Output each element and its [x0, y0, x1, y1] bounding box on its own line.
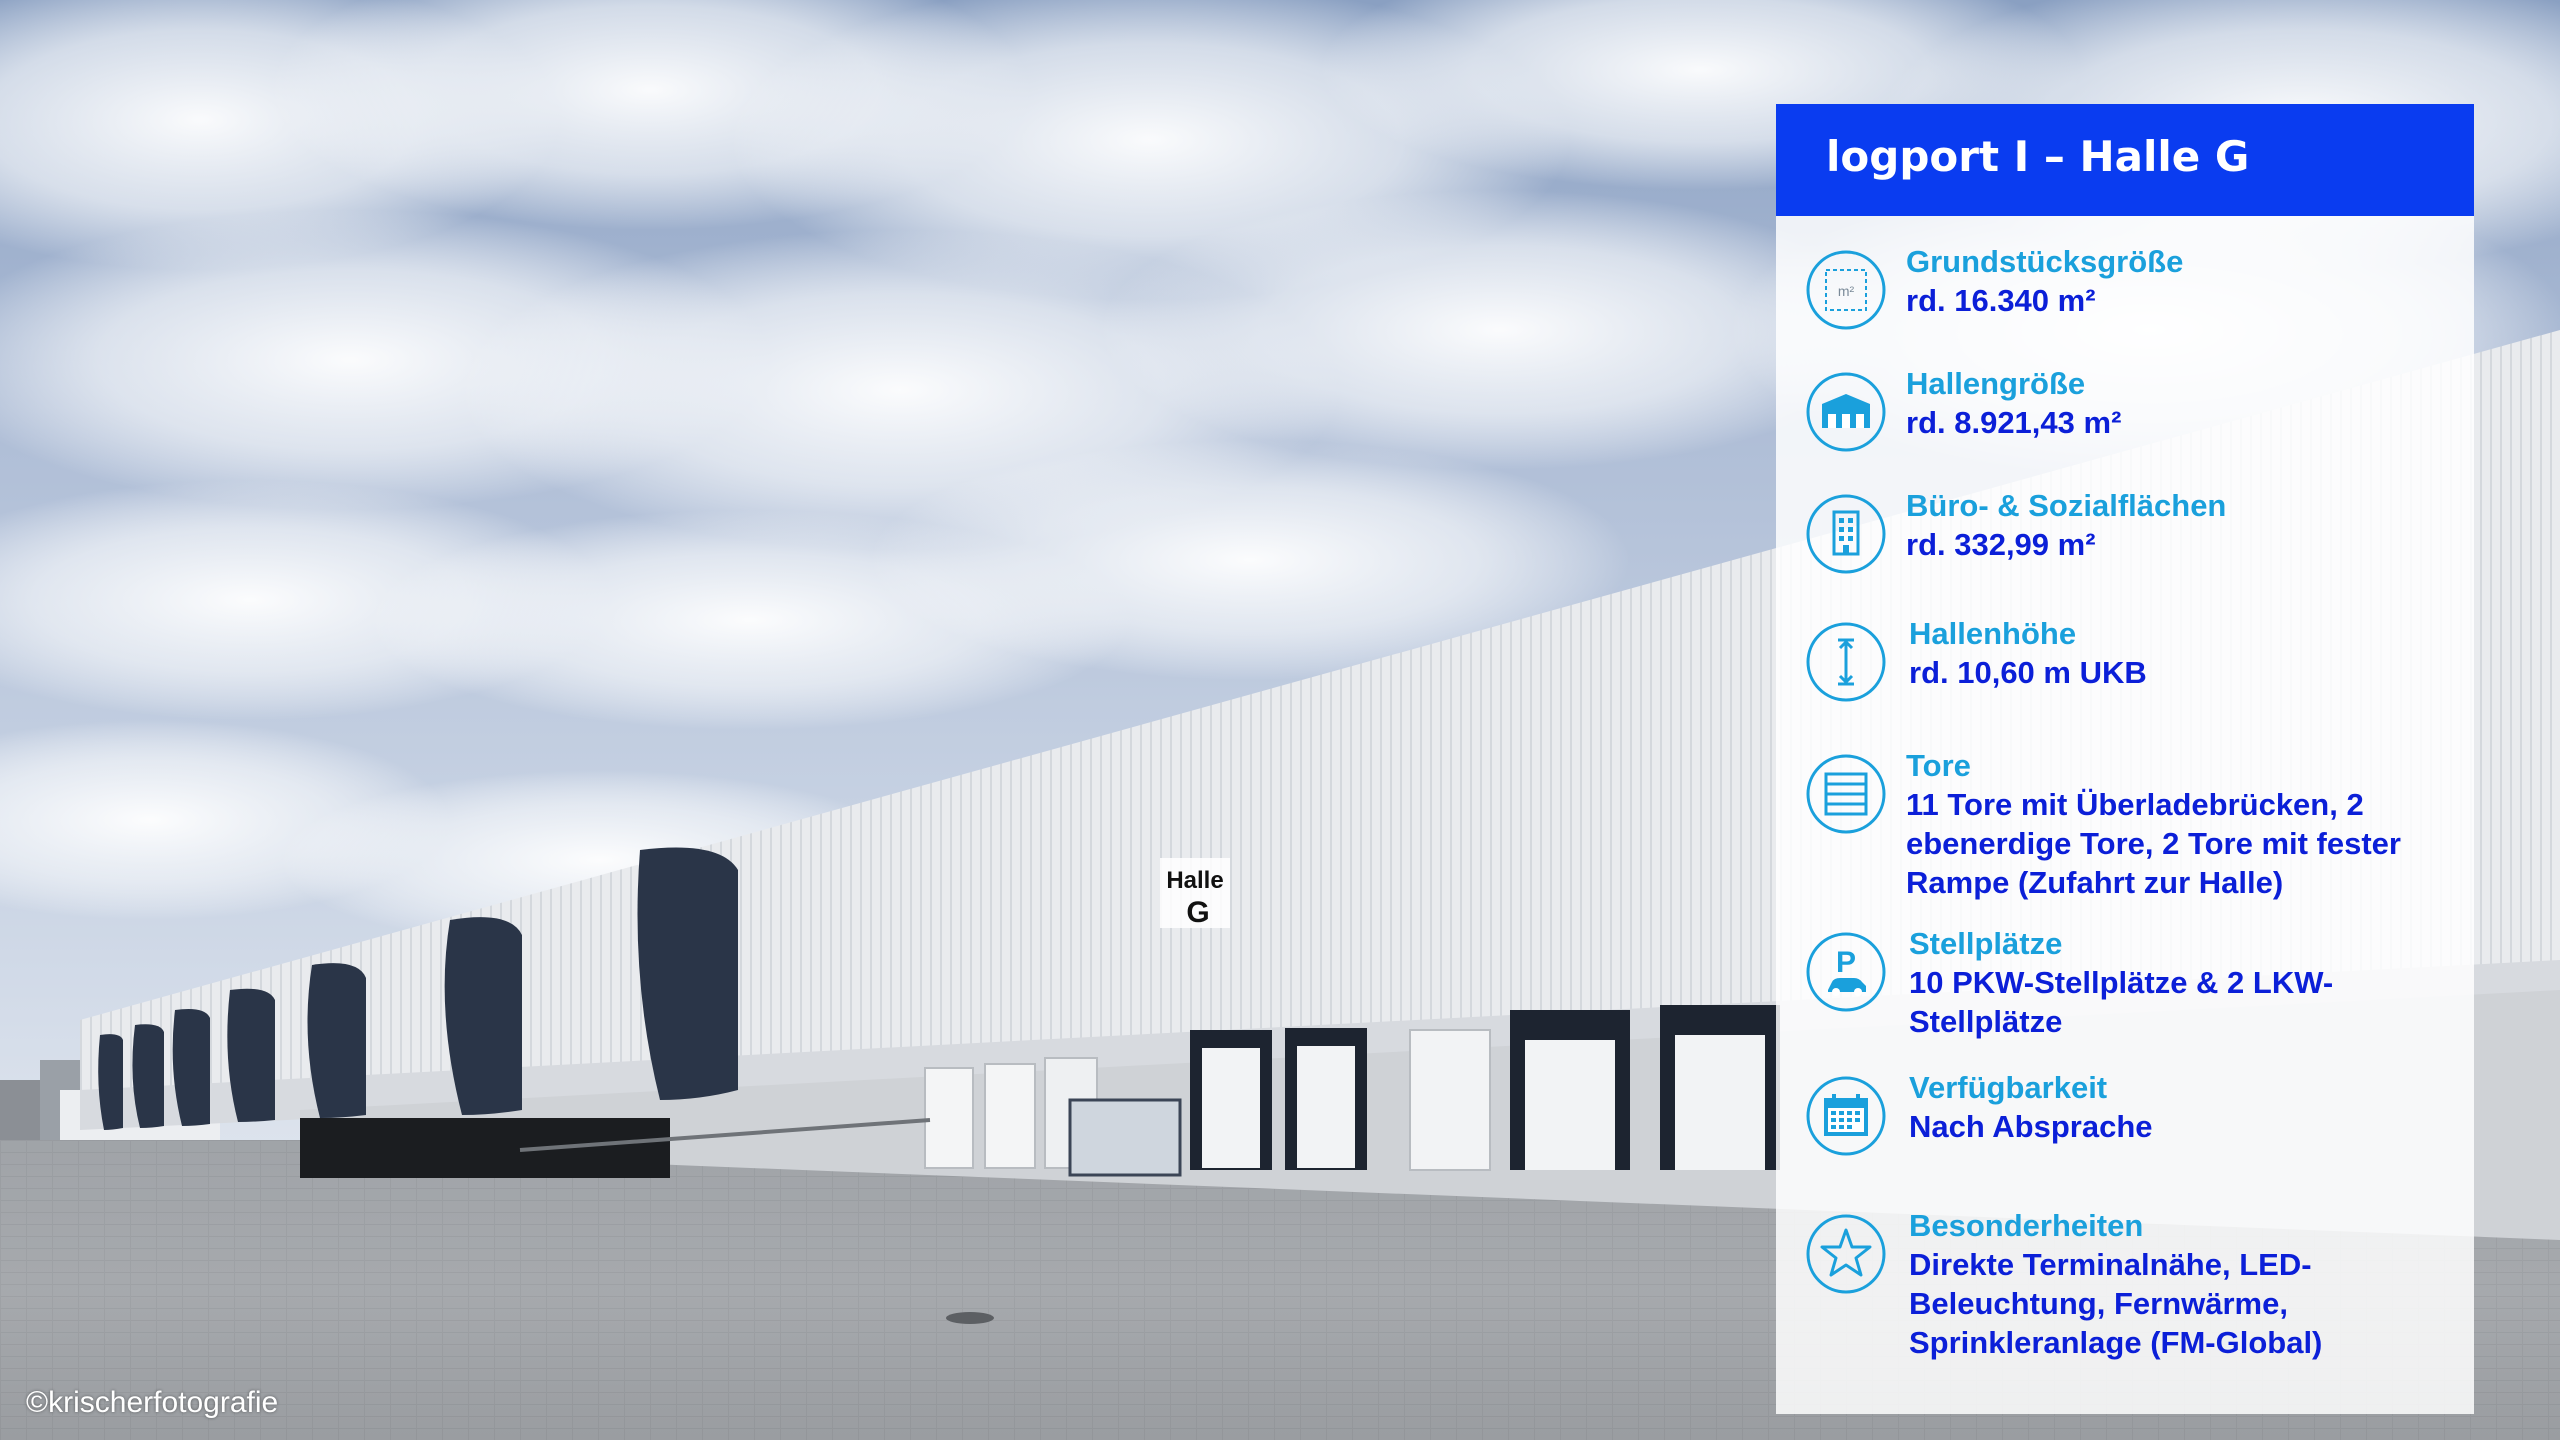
info-value: rd. 8.921,43 m² — [1906, 405, 2122, 440]
info-label: Hallenhöhe — [1909, 616, 2077, 651]
parking-icon: P — [1804, 930, 1888, 1014]
panel-title: logport I – Halle G — [1826, 132, 2250, 181]
slide: Halle G ©krischerfotografie logport I – … — [0, 0, 2560, 1440]
info-label: Besonderheiten — [1909, 1208, 2144, 1243]
warehouse-icon — [1804, 370, 1888, 454]
info-value: 11 Tore mit Überladebrücken, 2 ebenerdig… — [1906, 787, 2401, 900]
office-building-icon — [1804, 492, 1888, 576]
panel-header: logport I – Halle G — [1776, 104, 2474, 216]
info-value: 10 PKW-Stellplätze & 2 LKW-Stellplätze — [1909, 965, 2334, 1039]
parking-icon-text: P — [1836, 946, 1856, 979]
photo-credit: ©krischerfotografie — [26, 1386, 279, 1419]
info-value: Nach Absprache — [1909, 1109, 2153, 1144]
info-label: Verfügbarkeit — [1909, 1070, 2108, 1105]
info-label: Hallengröße — [1906, 366, 2086, 401]
calendar-icon — [1804, 1074, 1888, 1158]
info-label: Tore — [1906, 748, 1971, 783]
info-value: Direkte Terminalnähe, LED-Beleuchtung, F… — [1909, 1247, 2323, 1360]
height-arrow-icon — [1804, 620, 1888, 704]
star-icon — [1804, 1212, 1888, 1296]
info-label: Stellplätze — [1909, 926, 2063, 961]
plot-area-icon: m² — [1804, 248, 1888, 332]
plot-area-icon-text: m² — [1838, 283, 1855, 299]
info-value: rd. 332,99 m² — [1906, 527, 2096, 562]
info-value: rd. 16.340 m² — [1906, 283, 2096, 318]
building-sign-line1: Halle — [1166, 867, 1223, 894]
info-label: Grundstücksgröße — [1906, 244, 2184, 279]
building-sign-line2: G — [1186, 896, 1209, 929]
info-label: Büro- & Sozialflächen — [1906, 488, 2227, 523]
info-value: rd. 10,60 m UKB — [1909, 655, 2147, 690]
gate-icon — [1804, 752, 1888, 836]
info-panel: logport I – Halle G m² Grundstücksgröße … — [1776, 104, 2474, 1414]
